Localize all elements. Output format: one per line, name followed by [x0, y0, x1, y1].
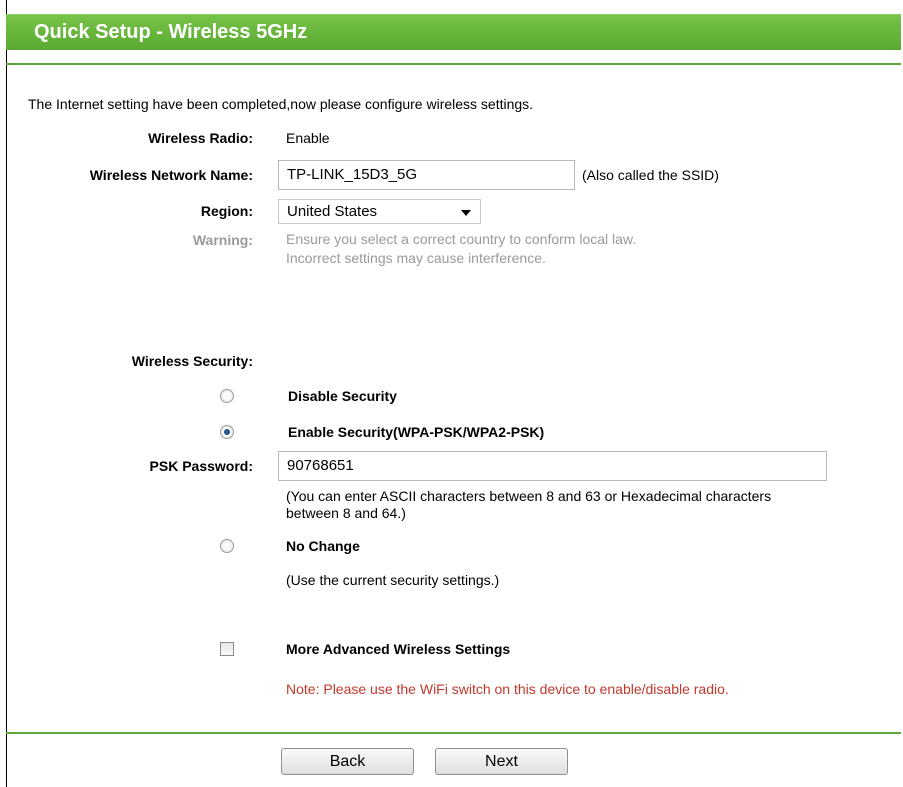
advanced-settings-checkbox[interactable]: [220, 642, 234, 656]
warning-line-1: Ensure you select a correct country to c…: [286, 231, 637, 247]
back-button[interactable]: Back: [281, 748, 414, 775]
page-title: Quick Setup - Wireless 5GHz: [6, 14, 901, 50]
bottom-divider: [6, 732, 901, 734]
next-button[interactable]: Next: [435, 748, 568, 775]
warning-line-2: Incorrect settings may cause interferenc…: [286, 250, 546, 266]
psk-password-label: PSK Password:: [149, 458, 253, 474]
warning-label: Warning:: [192, 232, 253, 248]
enable-security-radio[interactable]: [220, 425, 234, 439]
wireless-radio-label: Wireless Radio:: [148, 130, 253, 146]
region-selected-value: United States: [287, 203, 378, 220]
ssid-hint: (Also called the SSID): [582, 167, 719, 183]
wireless-radio-value: Enable: [286, 130, 330, 146]
page-frame: [6, 0, 903, 787]
chevron-down-icon: [461, 210, 471, 216]
wifi-switch-note: Note: Please use the WiFi switch on this…: [286, 681, 729, 697]
network-name-label: Wireless Network Name:: [89, 167, 253, 183]
enable-security-label: Enable Security(WPA-PSK/WPA2-PSK): [288, 424, 545, 440]
disable-security-radio[interactable]: [220, 389, 234, 403]
warning-text: Ensure you select a correct country to c…: [286, 230, 636, 268]
intro-text: The Internet setting have been completed…: [28, 96, 534, 112]
network-name-input[interactable]: TP-LINK_15D3_5G: [278, 160, 575, 190]
psk-hint-line-2: between 8 and 64.): [286, 505, 406, 521]
top-divider: [6, 63, 901, 65]
region-select[interactable]: United States: [278, 199, 481, 224]
psk-hint-line-1: (You can enter ASCII characters between …: [286, 488, 772, 504]
no-change-hint: (Use the current security settings.): [286, 572, 500, 588]
no-change-radio[interactable]: [220, 539, 234, 553]
disable-security-label: Disable Security: [288, 388, 397, 404]
advanced-settings-label: More Advanced Wireless Settings: [286, 641, 511, 657]
no-change-label: No Change: [286, 538, 360, 554]
wireless-security-label: Wireless Security:: [131, 353, 253, 369]
psk-hint: (You can enter ASCII characters between …: [286, 488, 771, 522]
region-label: Region:: [200, 203, 253, 219]
psk-password-input[interactable]: 90768651: [278, 451, 827, 481]
